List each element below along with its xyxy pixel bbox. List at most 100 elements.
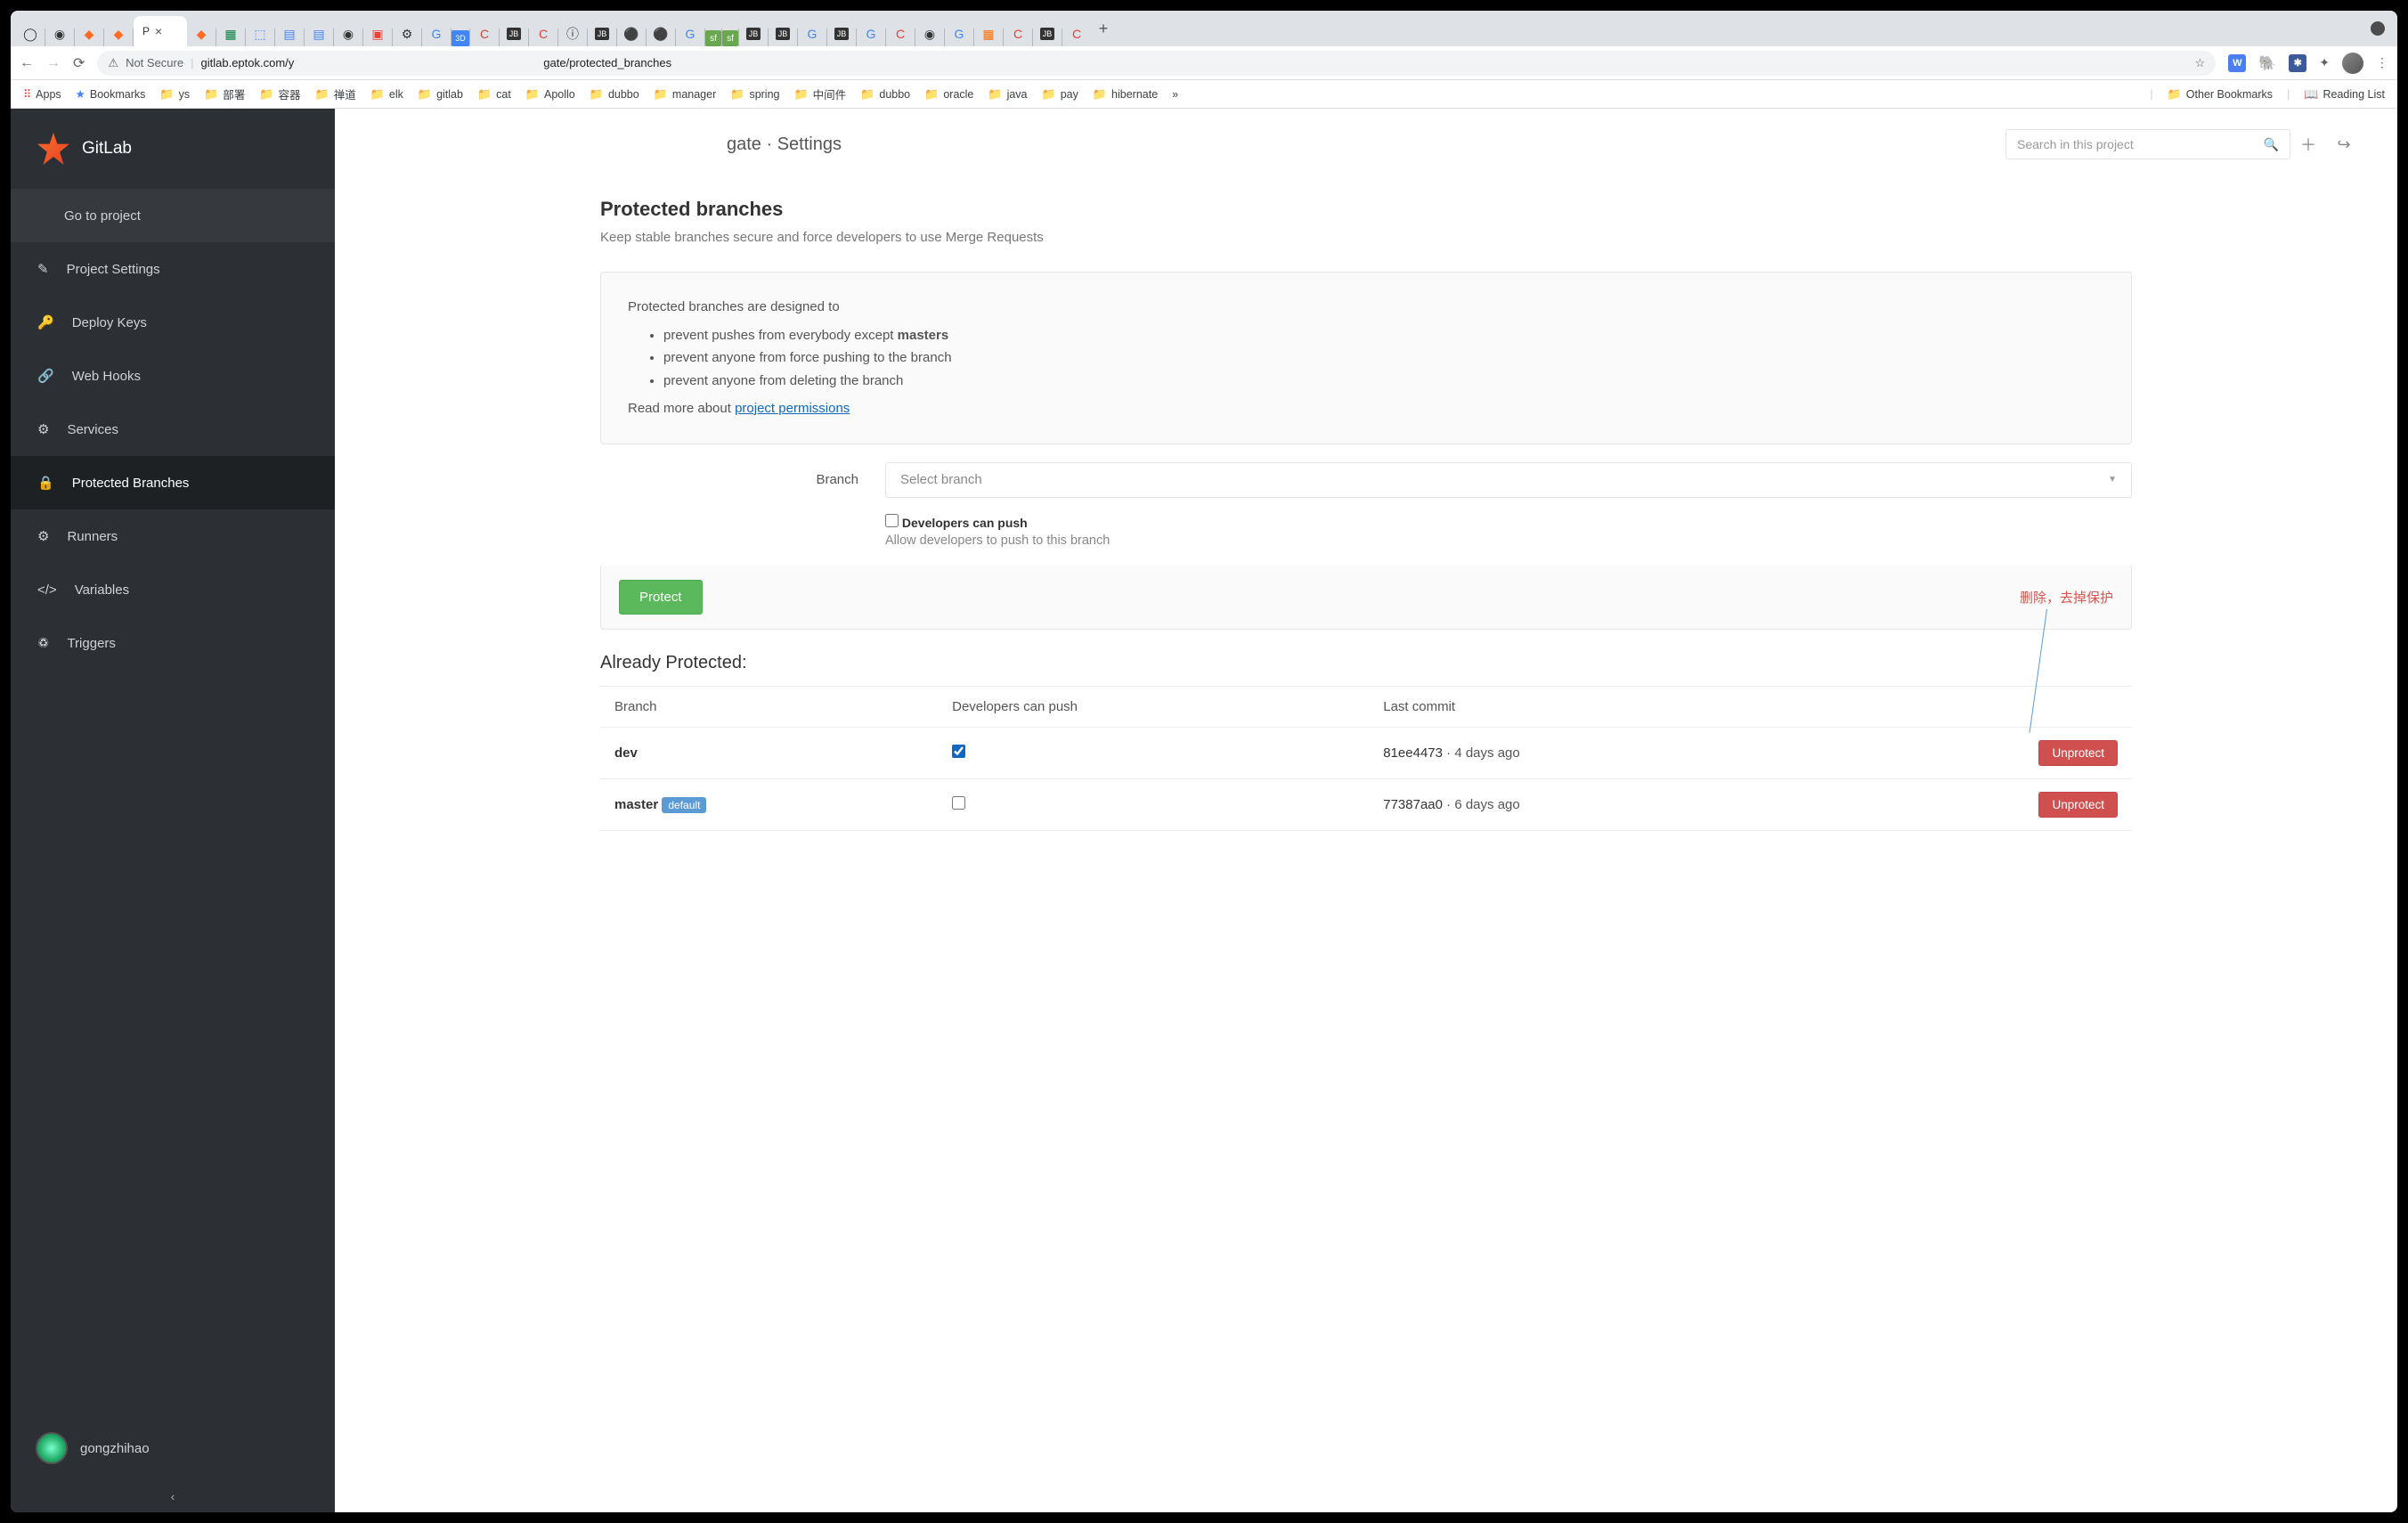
tab-icon[interactable]: JB (1033, 21, 1062, 46)
new-button[interactable]: ＋ (2290, 133, 2326, 156)
commit-hash[interactable]: 81ee4473 (1383, 745, 1443, 761)
extension-icon[interactable]: 🐘 (2258, 54, 2276, 72)
other-bookmarks[interactable]: 📁 Other Bookmarks (2168, 87, 2273, 102)
tab-icon[interactable]: C (470, 21, 499, 46)
tab-icon[interactable]: G (676, 21, 704, 46)
active-tab[interactable]: P × (134, 16, 187, 46)
tab-icon[interactable]: JB (588, 21, 616, 46)
new-tab-button[interactable]: + (1091, 20, 1116, 38)
bookmark-folder[interactable]: 📁 gitlab (418, 86, 463, 102)
dev-push-checkbox[interactable] (952, 796, 965, 810)
tab-icon[interactable]: G (945, 21, 973, 46)
extension-icon[interactable]: ✱ (2289, 54, 2306, 72)
sidebar-item-triggers[interactable]: ♽Triggers (11, 616, 335, 670)
sidebar-item-runners[interactable]: ⚙Runners (11, 509, 335, 563)
bookmark-folder[interactable]: 📁 manager (654, 86, 717, 102)
bookmark-folder[interactable]: 📁 spring (730, 86, 779, 102)
tab-icon[interactable]: ▦ (216, 21, 245, 46)
tab-icon[interactable]: G (422, 21, 451, 46)
sign-out-icon[interactable]: ↪ (2326, 135, 2362, 154)
tab-icon[interactable]: ⓘ (558, 21, 587, 46)
sidebar-item-label: Web Hooks (72, 369, 141, 384)
bookmark-folder[interactable]: 📁 dubbo (590, 86, 639, 102)
tab-icon[interactable]: JB (739, 21, 768, 46)
developers-can-push-checkbox[interactable]: Developers can push (885, 516, 1028, 530)
tab-icon[interactable]: ◆ (75, 21, 103, 46)
sidebar-user[interactable]: gongzhihao (11, 1416, 335, 1480)
sidebar-item-deploy-keys[interactable]: 🔑Deploy Keys (11, 296, 335, 349)
dev-push-checkbox[interactable] (952, 745, 965, 758)
tab-icon[interactable]: C (1062, 21, 1091, 46)
project-permissions-link[interactable]: project permissions (735, 401, 850, 416)
sidebar-item-services[interactable]: ⚙Services (11, 403, 335, 456)
tab-icon[interactable]: ◉ (915, 21, 944, 46)
bookmark-folder[interactable]: 📁 oracle (924, 86, 973, 102)
sidebar-item-variables[interactable]: </>Variables (11, 563, 335, 616)
tab-icon[interactable]: ◯ (16, 21, 45, 46)
bookmark-folder[interactable]: 📁 java (988, 86, 1027, 102)
tab-icon[interactable]: ⚫ (617, 21, 646, 46)
tab-icon[interactable]: ⚫ (647, 21, 675, 46)
bookmark-folder[interactable]: 📁 pay (1042, 86, 1078, 102)
unprotect-button[interactable]: Unprotect (2038, 792, 2118, 818)
tab-icon[interactable]: ▦ (974, 21, 1003, 46)
bookmark-folder[interactable]: 📁 禅道 (315, 86, 356, 102)
unprotect-button[interactable]: Unprotect (2038, 740, 2118, 766)
bookmarks-button[interactable]: ★ Bookmarks (76, 87, 146, 101)
tab-icon[interactable]: G (798, 21, 826, 46)
bookmark-folder[interactable]: 📁 中间件 (793, 86, 846, 102)
tab-icon[interactable]: sf (722, 30, 738, 46)
reload-icon[interactable]: ⟳ (73, 54, 85, 72)
sidebar-collapse[interactable]: ‹ (11, 1480, 335, 1512)
extensions-icon[interactable]: ✦ (2319, 55, 2330, 70)
star-icon[interactable]: ☆ (2195, 56, 2206, 70)
tab-icon[interactable]: sf (705, 30, 721, 46)
go-to-project-link[interactable]: Go to project (11, 189, 335, 242)
tab-icon[interactable]: 3D (452, 30, 469, 46)
bookmark-folder[interactable]: 📁 部署 (204, 86, 245, 102)
bookmark-folder[interactable]: 📁 ys (159, 86, 190, 102)
branch-select[interactable]: Select branch ▼ (885, 462, 2132, 498)
tab-icon[interactable]: C (1004, 21, 1032, 46)
window-control-icon[interactable] (2371, 21, 2385, 36)
tab-icon[interactable]: ◉ (45, 21, 74, 46)
bookmark-folder[interactable]: 📁 hibernate (1093, 86, 1158, 102)
tab-icon[interactable]: JB (500, 21, 528, 46)
sidebar-item-web-hooks[interactable]: 🔗Web Hooks (11, 349, 335, 403)
tab-icon[interactable]: ⬚ (246, 21, 274, 46)
tab-icon[interactable]: ◉ (334, 21, 362, 46)
tab-icon[interactable]: ▣ (363, 21, 392, 46)
bookmark-folder[interactable]: 📁 dubbo (860, 86, 910, 102)
dev-push-cell (938, 727, 1369, 778)
tab-icon[interactable]: ◆ (187, 21, 216, 46)
tab-icon[interactable]: JB (769, 21, 797, 46)
tab-icon[interactable]: C (529, 21, 557, 46)
apps-button[interactable]: ⠿ Apps (23, 87, 61, 101)
menu-icon[interactable]: ⋮ (2376, 55, 2388, 70)
sidebar-item-project-settings[interactable]: ✎Project Settings (11, 242, 335, 296)
project-search-input[interactable]: Search in this project 🔍 (2005, 129, 2290, 159)
tab-icon[interactable]: G (857, 21, 885, 46)
tab-icon[interactable]: JB (827, 21, 856, 46)
extension-icon[interactable]: W (2228, 54, 2246, 72)
bookmark-folder[interactable]: 📁 容器 (259, 86, 300, 102)
tab-icon[interactable]: ◆ (104, 21, 133, 46)
address-bar[interactable]: ⚠ Not Secure | gitlab.eptok.com/ygate/pr… (97, 51, 2216, 76)
close-tab-icon[interactable]: × (155, 24, 162, 38)
commit-hash[interactable]: 77387aa0 (1383, 797, 1443, 812)
bookmarks-overflow[interactable]: » (1172, 88, 1178, 101)
brand[interactable]: GitLab (11, 109, 335, 189)
profile-avatar[interactable] (2342, 53, 2363, 74)
tab-icon[interactable]: C (886, 21, 915, 46)
bookmark-folder[interactable]: 📁 Apollo (525, 86, 575, 102)
bookmark-folder[interactable]: 📁 elk (370, 86, 403, 102)
bookmark-folder[interactable]: 📁 cat (477, 86, 511, 102)
sidebar-item-protected-branches[interactable]: 🔒Protected Branches (11, 456, 335, 509)
protect-button[interactable]: Protect (619, 580, 703, 615)
tab-icon[interactable]: ▤ (275, 21, 304, 46)
tab-icon[interactable]: ▤ (305, 21, 333, 46)
forward-icon[interactable]: → (46, 55, 61, 71)
back-icon[interactable]: ← (20, 55, 34, 71)
tab-icon[interactable]: ⚙ (393, 21, 421, 46)
reading-list[interactable]: 📖 Reading List (2304, 87, 2385, 102)
